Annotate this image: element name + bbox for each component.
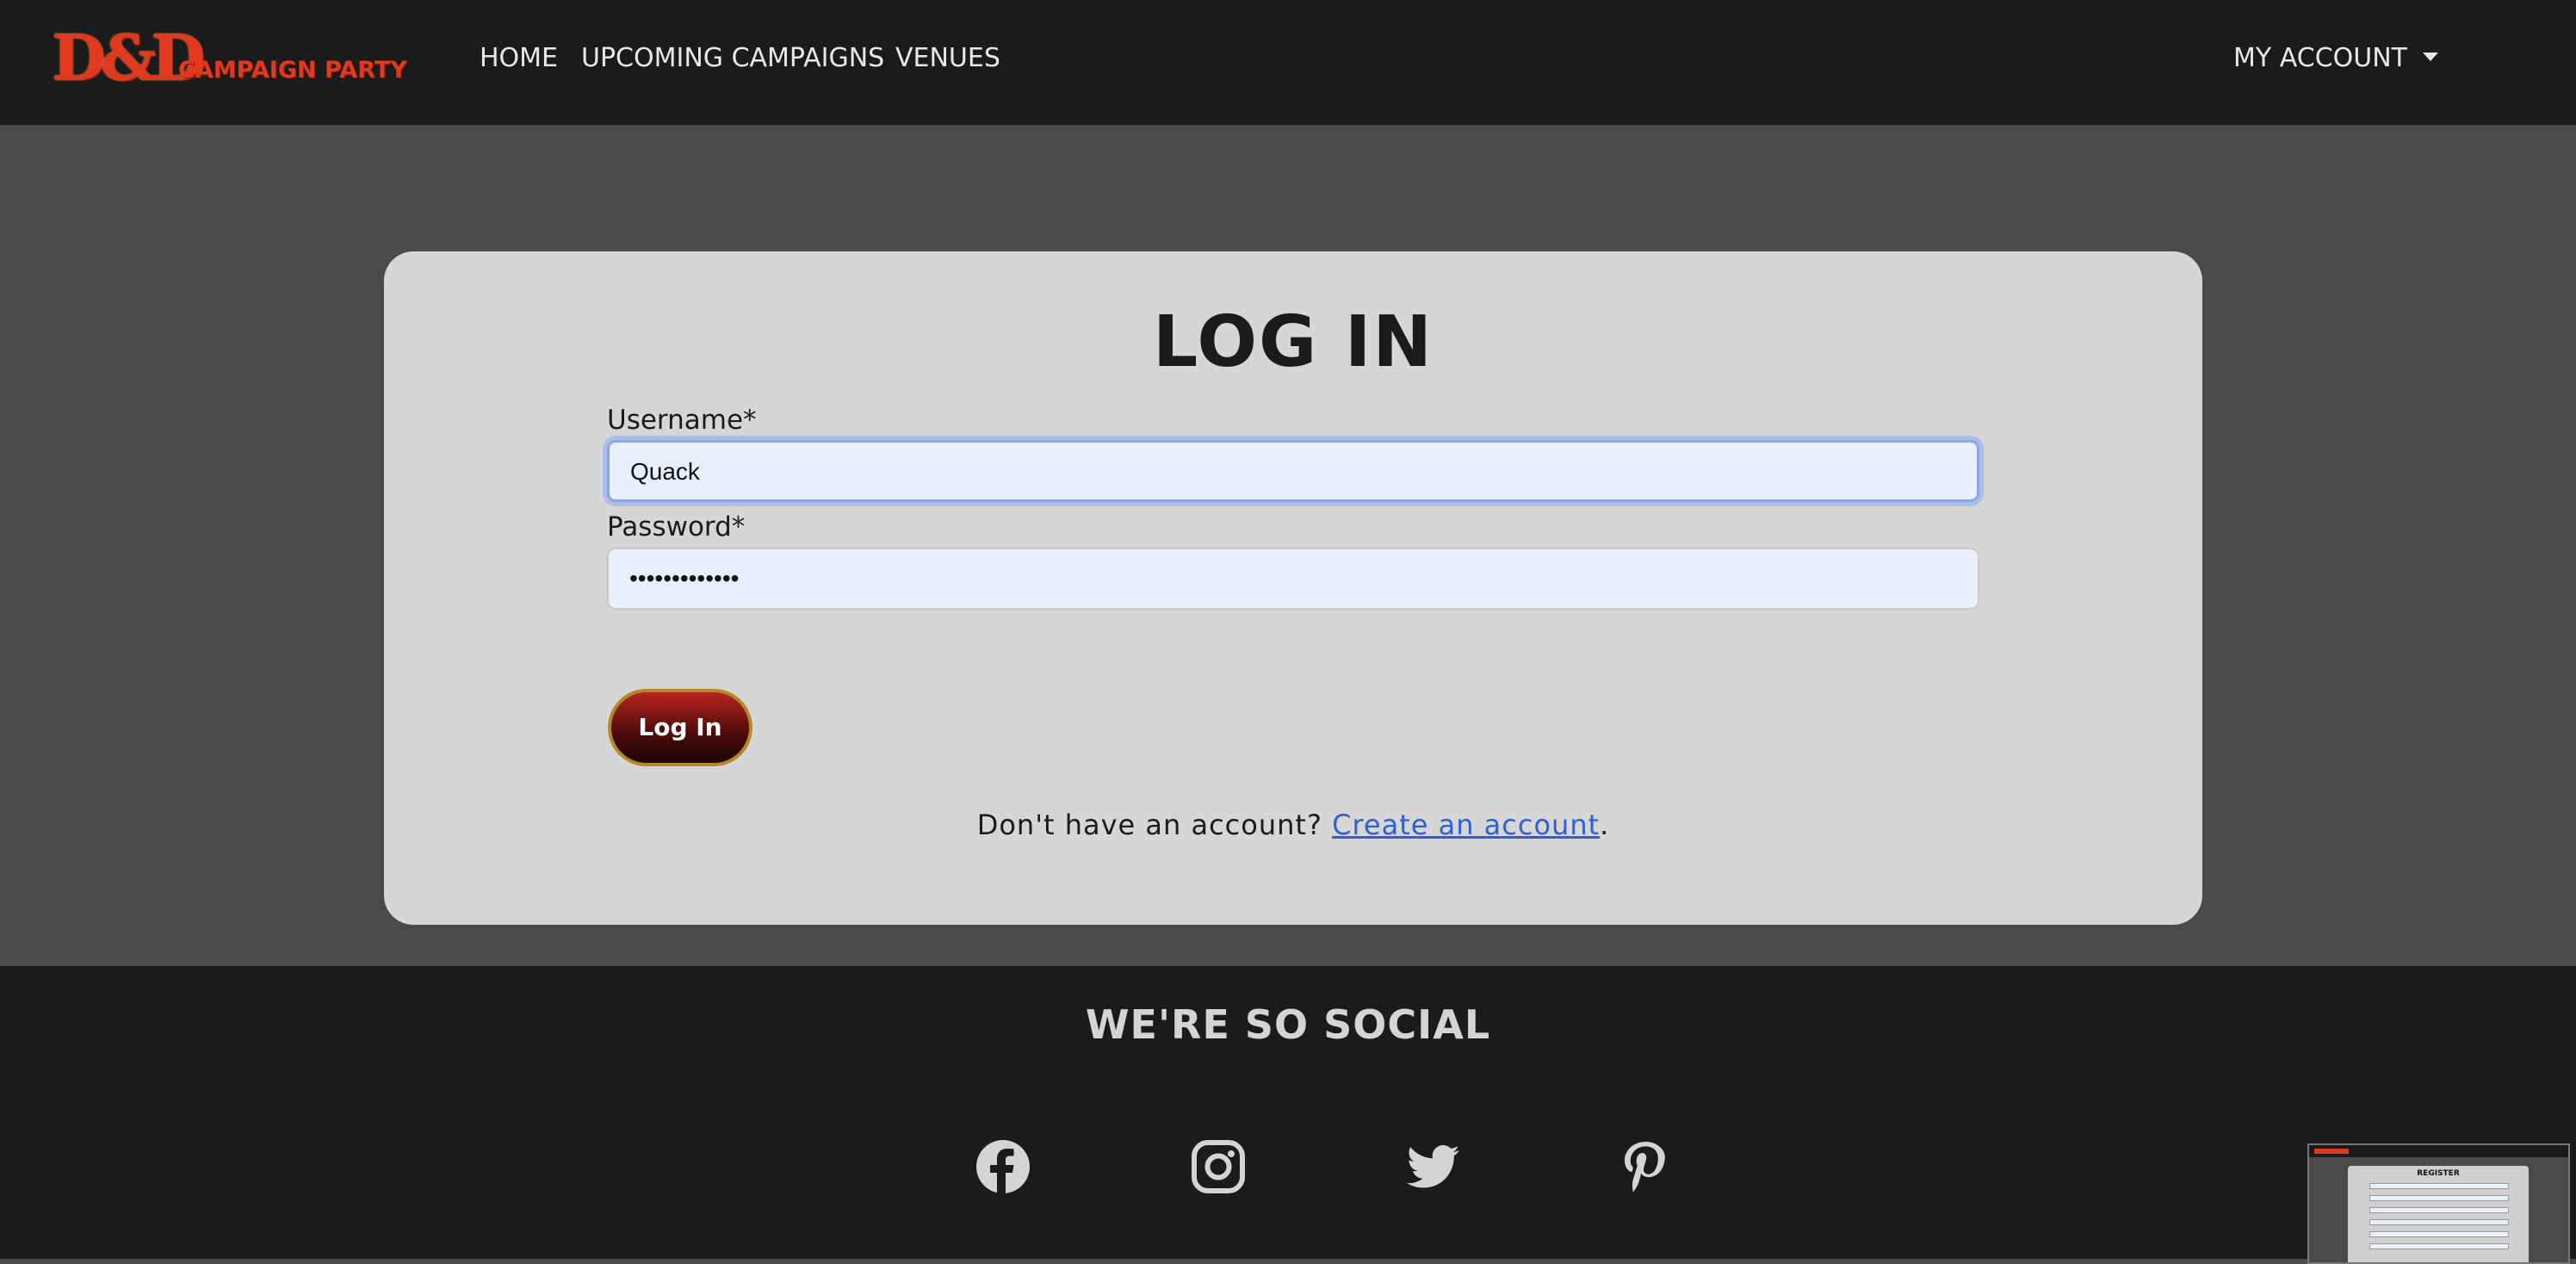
- instagram-icon[interactable]: [1190, 1138, 1247, 1195]
- username-label: Username*: [607, 405, 757, 436]
- thumbnail-title: REGISTER: [2417, 1169, 2460, 1178]
- window-thumbnail[interactable]: REGISTER: [2307, 1143, 2570, 1264]
- thumbnail-field: [2369, 1195, 2509, 1201]
- thumbnail-field: [2369, 1243, 2509, 1249]
- login-card: LOG IN Username* Quack Password* •••••••…: [384, 251, 2202, 925]
- caret-down-icon: [2422, 53, 2438, 61]
- login-button[interactable]: Log In: [608, 689, 752, 766]
- brand-text: CAMPAIGN PARTY: [178, 57, 407, 84]
- username-input[interactable]: Quack: [607, 440, 1979, 502]
- thumbnail-field: [2369, 1207, 2509, 1213]
- page-title: LOG IN: [1152, 301, 1434, 383]
- nav-home[interactable]: HOME: [480, 41, 558, 76]
- footer-title: WE'RE SO SOCIAL: [1085, 1001, 1491, 1048]
- signup-prompt: Don't have an account? Create an account…: [384, 806, 2202, 844]
- brand-logo[interactable]: D&D CAMPAIGN PARTY: [52, 22, 407, 93]
- create-account-link[interactable]: Create an account: [1332, 809, 1600, 841]
- facebook-icon[interactable]: [975, 1138, 1031, 1195]
- nav-upcoming-campaigns[interactable]: UPCOMING CAMPAIGNS: [581, 41, 884, 76]
- signup-prefix: Don't have an account?: [976, 809, 1322, 841]
- thumbnail-field: [2369, 1219, 2509, 1225]
- footer: WE'RE SO SOCIAL: [0, 966, 2576, 1259]
- thumbnail-card: REGISTER: [2348, 1166, 2529, 1262]
- signup-suffix: .: [1600, 809, 1610, 841]
- navbar: D&D CAMPAIGN PARTY HOME UPCOMING CAMPAIG…: [0, 0, 2576, 125]
- my-account-dropdown[interactable]: MY ACCOUNT: [2233, 41, 2438, 76]
- password-label: Password*: [607, 511, 746, 542]
- thumbnail-field: [2369, 1183, 2509, 1189]
- thumbnail-field: [2369, 1231, 2509, 1237]
- nav-venues[interactable]: VENUES: [895, 41, 1000, 76]
- twitter-icon[interactable]: [1405, 1138, 1462, 1195]
- pinterest-icon[interactable]: [1617, 1138, 1674, 1195]
- thumbnail-logo: [2314, 1149, 2349, 1154]
- password-input[interactable]: •••••••••••••: [607, 548, 1979, 610]
- my-account-label: MY ACCOUNT: [2233, 43, 2407, 73]
